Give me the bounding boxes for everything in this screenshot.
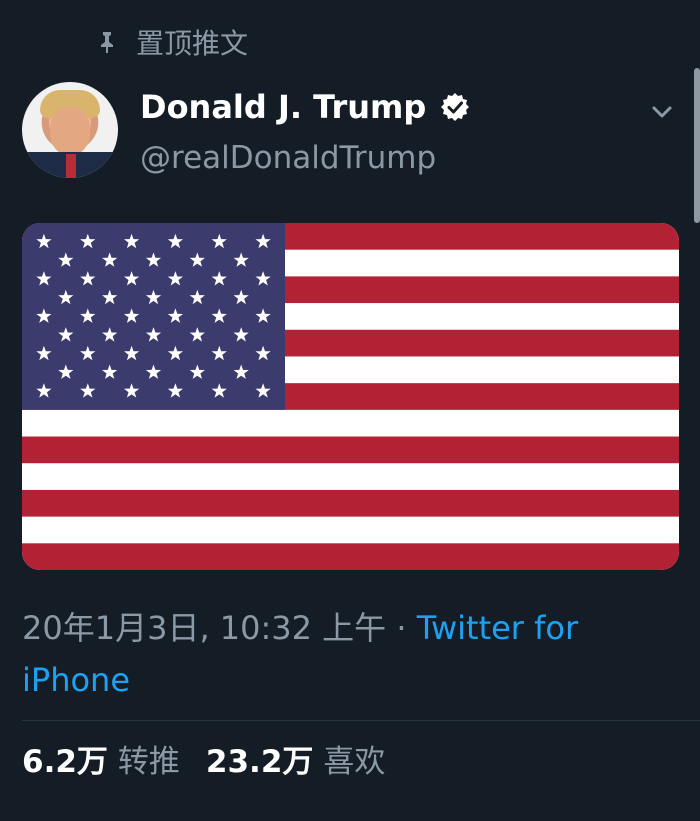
display-name[interactable]: Donald J. Trump: [140, 88, 426, 126]
pinned-tweet-indicator: 置顶推文: [96, 22, 248, 62]
display-name-row[interactable]: Donald J. Trump: [140, 88, 470, 126]
like-label[interactable]: 喜欢: [323, 736, 385, 781]
pin-icon: [96, 28, 118, 56]
retweet-label[interactable]: 转推: [118, 736, 180, 781]
flag-stripe: [22, 543, 679, 570]
tweet-stats: 6.2万 转推 23.2万 喜欢: [22, 736, 411, 781]
tweet-timestamp[interactable]: 20年1月3日, 10:32 上午 ·: [22, 609, 417, 647]
flag-stripe: [22, 409, 679, 438]
flag-stripe: [22, 516, 679, 544]
chevron-down-icon[interactable]: [650, 100, 674, 124]
tweet-meta: 20年1月3日, 10:32 上午 · Twitter for iPhone: [22, 602, 642, 706]
us-flag-image[interactable]: [22, 223, 679, 570]
like-count[interactable]: 23.2万: [206, 736, 314, 781]
verified-badge-icon: [440, 92, 470, 122]
retweet-count[interactable]: 6.2万: [22, 736, 108, 781]
flag-stripe: [22, 489, 679, 518]
divider: [22, 720, 700, 721]
pinned-label: 置顶推文: [136, 27, 249, 60]
flag-stripe: [22, 436, 679, 464]
avatar[interactable]: [22, 82, 118, 178]
us-flag-image-svg: [22, 223, 679, 570]
scrollbar[interactable]: [694, 68, 700, 223]
flag-canton: [22, 223, 285, 410]
user-handle[interactable]: @realDonaldTrump: [140, 140, 436, 176]
flag-stripe: [22, 463, 679, 491]
